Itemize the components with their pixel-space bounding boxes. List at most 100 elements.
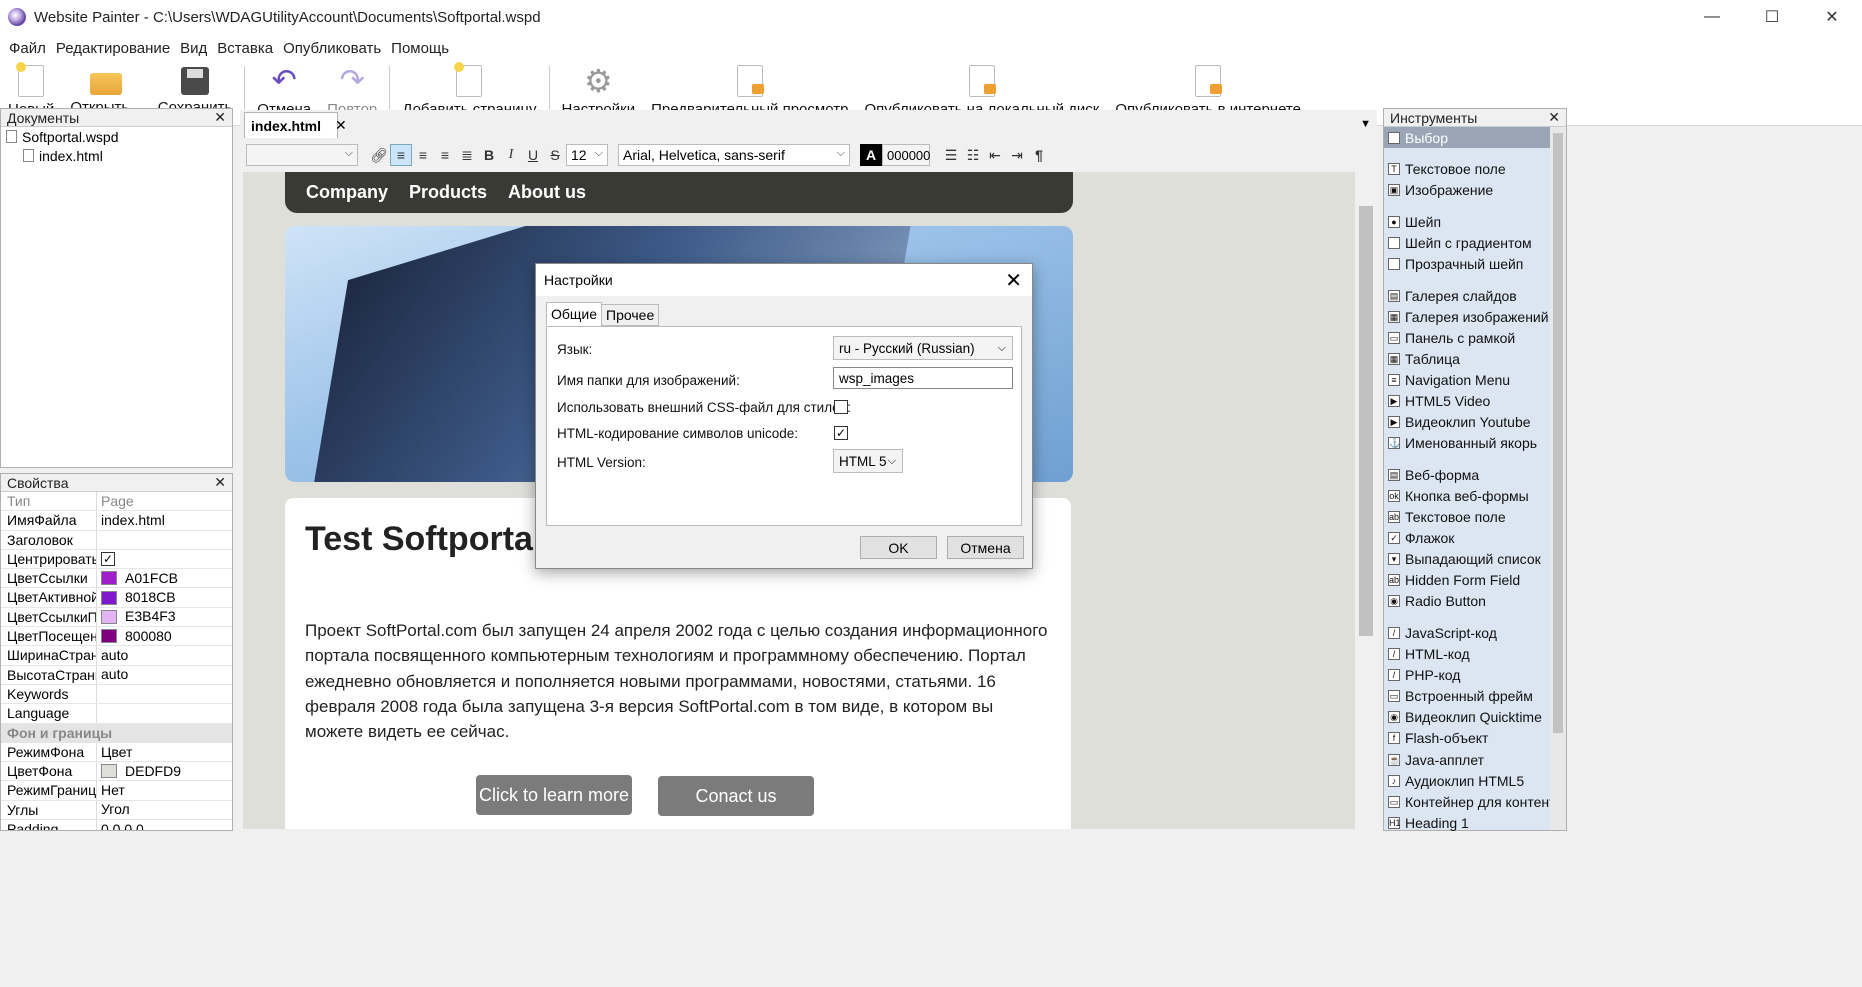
menu-file[interactable]: Файл — [4, 40, 51, 57]
tool-item[interactable]: Прозрачный шейп — [1384, 253, 1566, 274]
property-row[interactable]: Углы Угол — [1, 800, 232, 821]
style-select[interactable]: ⌵ — [246, 144, 358, 166]
tool-item[interactable]: / HTML-код — [1384, 644, 1566, 665]
property-row[interactable]: ВысотаСтрани auto — [1, 665, 232, 685]
tool-item[interactable]: ok Кнопка веб-формы — [1384, 485, 1566, 506]
property-value[interactable] — [97, 704, 232, 722]
page-paragraph[interactable]: Проект SoftPortal.com был запущен 24 апр… — [305, 618, 1049, 744]
align-left-button[interactable]: ≡ — [390, 144, 412, 166]
color-swatch[interactable] — [101, 764, 117, 779]
tool-item[interactable]: ▤ Веб-форма — [1384, 464, 1566, 485]
external-css-checkbox[interactable] — [834, 400, 848, 414]
cancel-button[interactable]: Отмена — [947, 536, 1024, 559]
bullet-list-button[interactable]: ☰ — [940, 144, 962, 166]
contact-button[interactable]: Conact us — [658, 776, 814, 816]
property-row[interactable]: ЦветАктивнойС 8018CB — [1, 588, 232, 608]
property-value[interactable]: auto — [97, 666, 232, 684]
property-row[interactable]: Padding 0,0,0,0 — [1, 820, 232, 830]
canvas-scrollbar[interactable] — [1356, 172, 1376, 829]
tool-item[interactable]: ab Текстовое поле — [1384, 507, 1566, 528]
property-row[interactable]: Keywords — [1, 684, 232, 705]
site-navigation[interactable]: Company Products About us — [285, 172, 1073, 213]
property-row[interactable]: Заголовок — [1, 530, 232, 550]
align-center-button[interactable]: ≡ — [412, 144, 434, 166]
tool-item[interactable]: / PHP-код — [1384, 665, 1566, 686]
html-version-select[interactable]: HTML 5 ⌵ — [833, 449, 903, 473]
menu-view[interactable]: Вид — [175, 40, 212, 57]
property-row[interactable]: ИмяФайла index.html — [1, 511, 232, 531]
property-row[interactable]: РежимГраниц Нет — [1, 781, 232, 801]
image-folder-input[interactable]: wsp_images — [833, 367, 1013, 389]
properties-close-button[interactable]: ✕ — [214, 474, 226, 491]
tool-item[interactable]: ● Шейп — [1384, 211, 1566, 232]
paragraph-marks-button[interactable]: ¶ — [1028, 144, 1050, 166]
property-value[interactable]: Цвет — [97, 743, 232, 761]
property-row[interactable]: ШиринаСтрани auto — [1, 646, 232, 666]
tool-item[interactable]: ✓ Флажок — [1384, 528, 1566, 549]
menu-publish[interactable]: Опубликовать — [278, 40, 386, 57]
property-value[interactable] — [97, 685, 232, 703]
tab-index-html[interactable]: index.html ✕ — [244, 112, 347, 138]
tools-scrollbar[interactable] — [1550, 127, 1566, 830]
property-value[interactable]: E3B4F3 — [97, 608, 232, 626]
tree-item-project[interactable]: Softportal.wspd — [1, 127, 232, 146]
justify-button[interactable]: ≣ — [456, 144, 478, 166]
numbered-list-button[interactable]: ☷ — [962, 144, 984, 166]
tool-item[interactable]: T Текстовое поле — [1384, 159, 1566, 180]
property-row[interactable]: ЦветПосещенн 800080 — [1, 627, 232, 647]
property-section-header[interactable]: Фон и границы — [1, 723, 232, 743]
property-row[interactable]: Language — [1, 704, 232, 724]
align-right-button[interactable]: ≡ — [434, 144, 456, 166]
tool-item[interactable]: ◉ Radio Button — [1384, 591, 1566, 612]
minimize-button[interactable]: — — [1682, 0, 1742, 34]
documents-close-button[interactable]: ✕ — [214, 109, 226, 126]
tool-item[interactable]: ▦ Таблица — [1384, 348, 1566, 369]
tool-item[interactable]: ➤ Выбор — [1384, 127, 1566, 149]
scrollbar-thumb[interactable] — [1359, 206, 1373, 636]
menu-edit[interactable]: Редактирование — [51, 40, 175, 57]
tab-general[interactable]: Общие — [546, 302, 603, 326]
tool-item[interactable]: Шейп с градиентом — [1384, 232, 1566, 253]
language-select[interactable]: ru - Русский (Russian) ⌵ — [833, 336, 1013, 360]
close-window-button[interactable]: ✕ — [1802, 0, 1862, 34]
property-row[interactable]: ЦветФона DEDFD9 — [1, 762, 232, 782]
property-value[interactable]: 0,0,0,0 — [97, 820, 232, 830]
property-value[interactable]: Нет — [97, 781, 232, 799]
strikethrough-button[interactable]: S — [544, 144, 566, 166]
outdent-button[interactable]: ⇤ — [984, 144, 1006, 166]
property-value[interactable]: DEDFD9 — [97, 762, 232, 780]
menu-help[interactable]: Помощь — [386, 40, 454, 57]
underline-button[interactable]: U — [522, 144, 544, 166]
color-swatch[interactable] — [101, 590, 117, 605]
font-size-select[interactable]: 12 ⌵ — [566, 144, 608, 166]
indent-button[interactable]: ⇥ — [1006, 144, 1028, 166]
tool-item[interactable]: ▦ Галерея изображений — [1384, 306, 1566, 327]
text-color-button[interactable]: A — [860, 144, 882, 166]
dialog-close-button[interactable]: ✕ — [1005, 268, 1022, 293]
property-row[interactable]: РежимФона Цвет — [1, 742, 232, 763]
tool-item[interactable]: ▭ Панель с рамкой — [1384, 327, 1566, 348]
unicode-checkbox[interactable]: ✓ — [834, 426, 848, 440]
property-value[interactable]: auto — [97, 646, 232, 664]
tabs-overflow-icon[interactable]: ▼ — [1360, 118, 1371, 130]
tool-item[interactable]: ☕ Java-апплет — [1384, 749, 1566, 770]
tool-item[interactable]: ▤ Галерея слайдов — [1384, 285, 1566, 306]
menu-insert[interactable]: Вставка — [212, 40, 278, 57]
tool-item[interactable]: ≡ Navigation Menu — [1384, 369, 1566, 390]
text-color-value[interactable]: 000000 — [882, 144, 930, 166]
tool-item[interactable]: H1 Heading 1 — [1384, 812, 1566, 833]
tree-item-page[interactable]: index.html — [1, 146, 232, 165]
tool-item[interactable]: ⚓ Именованный якорь — [1384, 433, 1566, 454]
property-value[interactable]: ✓ — [97, 550, 232, 568]
property-row[interactable]: ЦветСсылки A01FCB — [1, 569, 232, 589]
tool-item[interactable]: / JavaScript-код — [1384, 622, 1566, 643]
tool-item[interactable]: ♪ Аудиоклип HTML5 — [1384, 770, 1566, 791]
tab-other[interactable]: Прочее — [601, 304, 660, 326]
link-button[interactable]: 🔗︎ — [368, 144, 390, 166]
nav-item-products[interactable]: Products — [409, 182, 487, 203]
page-heading[interactable]: Test Softportal — [305, 520, 542, 559]
tool-item[interactable]: ▾ Выпадающий список — [1384, 549, 1566, 570]
property-row[interactable]: ЦветСсылкиПр E3B4F3 — [1, 607, 232, 628]
color-swatch[interactable] — [101, 571, 117, 586]
property-value[interactable]: A01FCB — [97, 569, 232, 587]
